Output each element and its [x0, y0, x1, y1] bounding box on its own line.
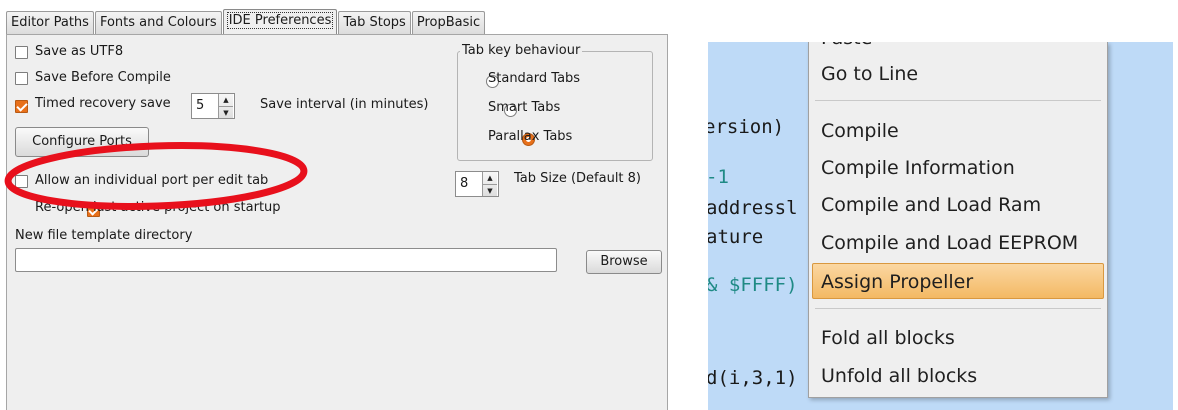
code-fragment: addressl	[708, 197, 798, 219]
context-menu: Paste Go to Line Compile Compile Informa…	[808, 42, 1108, 398]
spin-up-icon[interactable]: ▲	[219, 94, 233, 106]
save-before-compile-label: Save Before Compile	[35, 70, 171, 85]
menu-separator	[815, 100, 1101, 101]
code-fragment: & $FFFF)	[708, 274, 798, 296]
tab-bar: Editor Paths Fonts and Colours IDE Prefe…	[6, 8, 486, 35]
annotation-ellipse	[4, 142, 308, 210]
spin-down-icon[interactable]: ▼	[219, 106, 233, 119]
save-interval-spinner[interactable]: 5 ▲ ▼	[191, 93, 235, 119]
menu-item-assign-propeller[interactable]: Assign Propeller	[812, 263, 1104, 299]
timed-recovery-checkbox[interactable]	[15, 100, 28, 113]
menu-item-compile-information[interactable]: Compile Information	[809, 150, 1107, 186]
code-fragment: ature	[708, 226, 764, 248]
code-editor[interactable]: ersion) -1 addressl ature & $FFFF) d(i,3…	[708, 42, 1173, 410]
save-interval-label: Save interval (in minutes)	[260, 97, 429, 112]
tab-ide-preferences[interactable]: IDE Preferences	[222, 9, 338, 35]
tab-editor-paths[interactable]: Editor Paths	[6, 11, 94, 34]
tab-size-spinner[interactable]: 8 ▲ ▼	[455, 171, 499, 197]
tab-fonts-and-colours[interactable]: Fonts and Colours	[94, 11, 222, 34]
tab-propbasic[interactable]: PropBasic	[411, 11, 486, 34]
save-interval-value: 5	[196, 98, 205, 113]
tab-size-label: Tab Size (Default 8)	[514, 171, 642, 186]
parallax-tabs-label: Parallax Tabs	[488, 129, 573, 144]
code-fragment: d(i,3,1)	[708, 367, 798, 389]
menu-item-compile-and-load-eeprom[interactable]: Compile and Load EEPROM	[809, 225, 1107, 261]
timed-recovery-label: Timed recovery save	[35, 96, 171, 111]
tab-ide-preferences-label: IDE Preferences	[226, 12, 334, 29]
standard-tabs-label: Standard Tabs	[488, 71, 581, 86]
code-fragment: -1	[708, 166, 729, 188]
save-before-compile-checkbox[interactable]	[15, 72, 28, 85]
menu-item-compile-and-load-ram[interactable]: Compile and Load Ram	[809, 187, 1107, 223]
template-dir-label: New file template directory	[15, 228, 193, 243]
tab-size-value: 8	[460, 176, 469, 191]
spin-up-icon[interactable]: ▲	[483, 172, 497, 184]
tab-tab-stops[interactable]: Tab Stops	[338, 11, 411, 34]
menu-item-go-to-line[interactable]: Go to Line	[809, 56, 1107, 92]
template-dir-field[interactable]	[15, 248, 557, 272]
code-fragment: ersion)	[708, 116, 785, 138]
menu-item-compile[interactable]: Compile	[809, 113, 1107, 149]
preferences-dialog: Editor Paths Fonts and Colours IDE Prefe…	[0, 0, 680, 410]
menu-item-fold-all-blocks[interactable]: Fold all blocks	[809, 320, 1107, 356]
smart-tabs-label: Smart Tabs	[488, 100, 561, 115]
spin-down-icon[interactable]: ▼	[483, 184, 497, 197]
menu-item-paste[interactable]: Paste	[809, 42, 1107, 56]
tab-key-behaviour-title: Tab key behaviour	[460, 43, 583, 58]
browse-button[interactable]: Browse	[586, 250, 662, 274]
ide-preferences-pane: Save as UTF8 Save Before Compile Timed r…	[6, 34, 668, 410]
save-utf8-checkbox[interactable]	[15, 46, 28, 59]
menu-item-unfold-all-blocks[interactable]: Unfold all blocks	[809, 358, 1107, 394]
save-utf8-label: Save as UTF8	[35, 44, 124, 59]
menu-separator	[815, 308, 1101, 309]
